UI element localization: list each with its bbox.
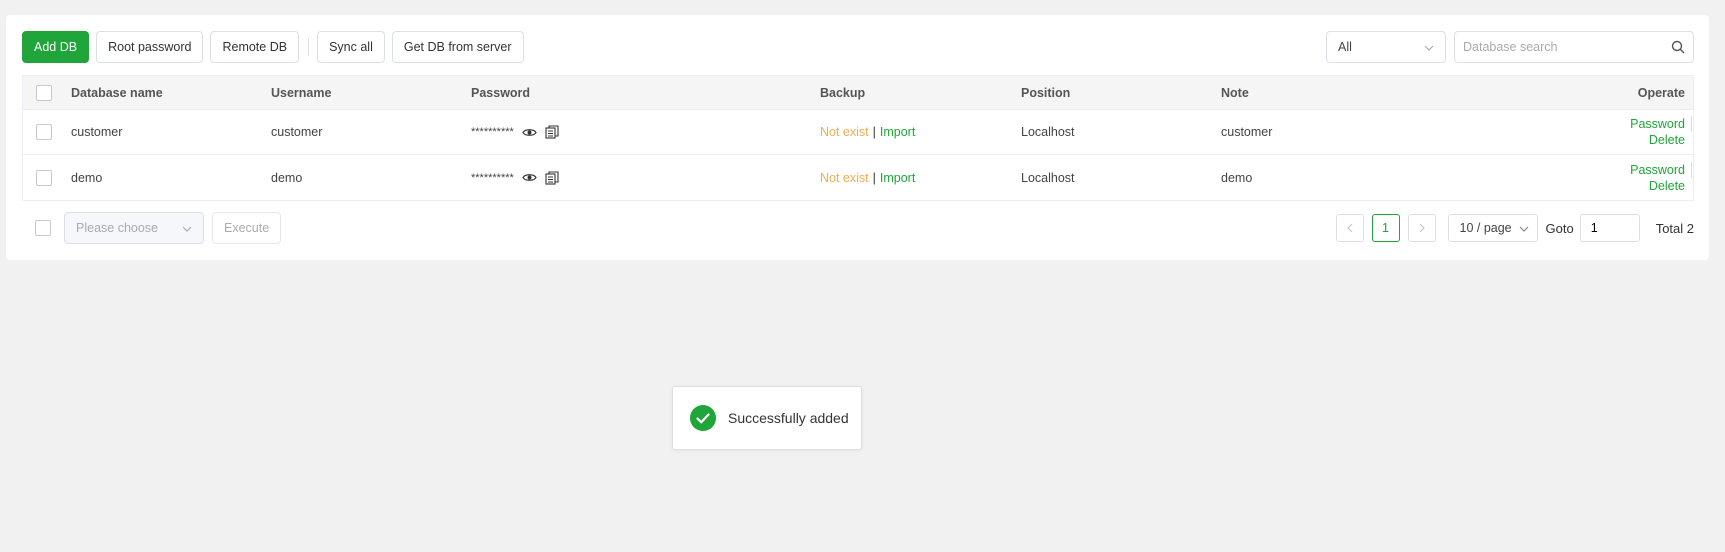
password-link[interactable]: Password bbox=[1630, 116, 1692, 132]
search-input[interactable] bbox=[1455, 32, 1663, 62]
database-search bbox=[1454, 31, 1694, 63]
table-row: demo demo ********** Not exist | Import Lo… bbox=[23, 155, 1693, 200]
filter-selected-value: All bbox=[1338, 40, 1352, 54]
database-table: Database name Username Password Backup P… bbox=[22, 75, 1694, 201]
copy-icon[interactable] bbox=[544, 124, 560, 140]
chevron-down-icon bbox=[1424, 40, 1434, 54]
chevron-right-icon[interactable] bbox=[1407, 214, 1436, 242]
column-header: Note bbox=[1221, 85, 1249, 100]
password-mask: ********** bbox=[471, 171, 514, 184]
page-size-select[interactable]: 10 / page bbox=[1447, 214, 1538, 242]
password-mask: ********** bbox=[471, 126, 514, 138]
backup-status[interactable]: Not exist bbox=[820, 125, 869, 139]
import-link[interactable]: Import bbox=[880, 125, 915, 139]
database-name: customer bbox=[71, 125, 123, 139]
database-panel: Add DB Root password Remote DB Sync all … bbox=[6, 15, 1709, 260]
remote-db-button[interactable]: Remote DB bbox=[210, 31, 300, 63]
success-toast: Successfully added bbox=[672, 386, 862, 450]
batch-placeholder: Please choose bbox=[76, 221, 159, 235]
column-header: Username bbox=[271, 85, 332, 100]
username: customer bbox=[271, 125, 323, 139]
page-size-value: 10 / page bbox=[1459, 221, 1512, 235]
backup-cell: Not exist | Import bbox=[820, 125, 915, 139]
password-link[interactable]: Password bbox=[1630, 161, 1692, 178]
username: demo bbox=[271, 170, 303, 185]
execute-button[interactable]: Execute bbox=[212, 212, 282, 244]
check-circle-icon bbox=[690, 405, 716, 431]
column-header: Position bbox=[1021, 85, 1071, 100]
position-filter-select[interactable]: All bbox=[1326, 31, 1446, 63]
column-header: Password bbox=[471, 85, 531, 100]
search-icon[interactable] bbox=[1663, 32, 1693, 62]
eye-icon[interactable] bbox=[522, 170, 538, 186]
goto-label: Goto bbox=[1545, 220, 1574, 236]
backup-cell: Not exist | Import bbox=[820, 171, 915, 185]
select-all-checkbox[interactable] bbox=[36, 84, 52, 101]
password-cell: ********** bbox=[471, 170, 566, 186]
toolbar-divider bbox=[308, 38, 310, 56]
note[interactable]: customer bbox=[1221, 125, 1272, 139]
toolbar: Add DB Root password Remote DB Sync all … bbox=[22, 31, 531, 63]
eye-icon[interactable] bbox=[522, 124, 538, 140]
row-checkbox[interactable] bbox=[36, 124, 52, 140]
batch-operation-select[interactable]: Please choose bbox=[64, 212, 204, 244]
page-number[interactable]: 1 bbox=[1371, 214, 1400, 242]
password-cell: ********** bbox=[471, 124, 566, 140]
row-checkbox[interactable] bbox=[36, 169, 52, 186]
copy-icon[interactable] bbox=[544, 170, 560, 186]
get-db-from-server-button[interactable]: Get DB from server bbox=[391, 31, 524, 63]
position: Localhost bbox=[1021, 170, 1075, 185]
operate-cell: Password Delete bbox=[1630, 116, 1692, 148]
add-db-button[interactable]: Add DB bbox=[22, 31, 90, 63]
table-footer: Please choose Execute 1 10 / page Goto T bbox=[22, 212, 1694, 244]
position: Localhost bbox=[1021, 125, 1075, 139]
total-count: Total 2 bbox=[1655, 220, 1694, 236]
toast-message: Successfully added bbox=[728, 410, 849, 426]
sync-all-button[interactable]: Sync all bbox=[317, 31, 385, 63]
delete-link[interactable]: Delete bbox=[1630, 178, 1685, 194]
goto-page-input[interactable] bbox=[1579, 214, 1640, 242]
column-header: Backup bbox=[820, 85, 866, 100]
chevron-down-icon bbox=[182, 221, 192, 235]
note[interactable]: demo bbox=[1221, 171, 1252, 185]
column-header: Database name bbox=[71, 85, 163, 100]
pagination: 1 10 / page Goto Total 2 bbox=[1335, 212, 1694, 244]
database-name: demo bbox=[71, 170, 103, 185]
separator: | bbox=[872, 170, 876, 185]
table-row: customer customer ********** Not exist | I… bbox=[23, 110, 1693, 155]
root-password-button[interactable]: Root password bbox=[96, 31, 204, 63]
column-header: Operate bbox=[1637, 85, 1685, 100]
chevron-left-icon[interactable] bbox=[1335, 214, 1364, 242]
delete-link[interactable]: Delete bbox=[1630, 132, 1685, 148]
separator: | bbox=[872, 125, 876, 139]
backup-status[interactable]: Not exist bbox=[820, 171, 869, 185]
import-link[interactable]: Import bbox=[880, 171, 915, 185]
operate-cell: Password Delete bbox=[1630, 161, 1692, 194]
batch-select-all-checkbox[interactable] bbox=[35, 220, 51, 236]
table-header: Database name Username Password Backup P… bbox=[23, 76, 1693, 110]
chevron-down-icon bbox=[1519, 221, 1529, 235]
